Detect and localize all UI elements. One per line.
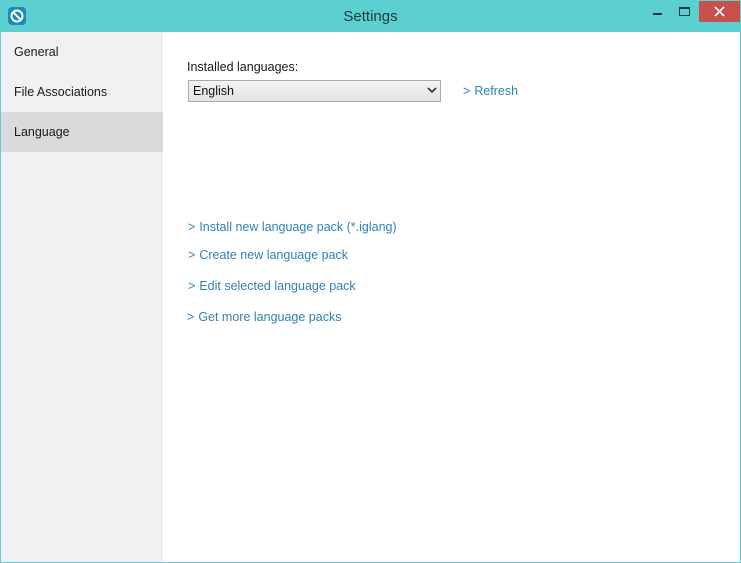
sidebar-item-file-associations[interactable]: File Associations — [1, 72, 163, 112]
sidebar-item-label: Language — [14, 125, 70, 139]
get-more-language-packs-link[interactable]: > Get more language packs — [187, 310, 341, 324]
link-label: Edit selected language pack — [199, 279, 356, 293]
chevron-right-icon: > — [463, 84, 471, 98]
chevron-right-icon: > — [187, 310, 195, 324]
maximize-button[interactable] — [672, 1, 698, 22]
create-language-pack-link[interactable]: > Create new language pack — [188, 248, 348, 262]
close-icon — [714, 6, 725, 17]
title-bar[interactable]: Settings — [1, 1, 740, 32]
language-settings-panel: Installed languages: English > Refresh > I… — [163, 32, 740, 562]
refresh-link-label: Refresh — [474, 84, 519, 98]
link-label: Get more language packs — [198, 310, 342, 324]
minimize-button[interactable] — [645, 1, 671, 22]
sidebar-item-label: General — [14, 45, 59, 59]
settings-sidebar: General File Associations Language — [1, 32, 163, 562]
language-select-value: English — [193, 84, 234, 98]
link-label: Create new language pack — [199, 248, 349, 262]
chevron-right-icon: > — [188, 248, 196, 262]
minimize-icon — [653, 13, 662, 15]
close-button[interactable] — [699, 1, 740, 22]
language-select[interactable]: English — [188, 80, 441, 102]
sidebar-item-general[interactable]: General — [1, 32, 163, 72]
chevron-right-icon: > — [188, 279, 196, 293]
edit-language-pack-link[interactable]: > Edit selected language pack — [188, 279, 356, 293]
refresh-link[interactable]: > Refresh — [463, 84, 518, 98]
window-title: Settings — [343, 8, 398, 25]
install-language-pack-link[interactable]: > Install new language pack (*.iglang) — [188, 220, 397, 234]
chevron-right-icon: > — [188, 220, 196, 234]
sidebar-item-language[interactable]: Language — [1, 112, 163, 152]
link-label: Install new language pack (*.iglang) — [199, 220, 397, 234]
sidebar-item-label: File Associations — [14, 85, 108, 99]
chevron-down-icon — [427, 87, 437, 94]
installed-languages-label: Installed languages: — [187, 60, 299, 74]
settings-window: Settings General File Associations Langu… — [0, 0, 741, 563]
maximize-icon — [679, 7, 690, 16]
